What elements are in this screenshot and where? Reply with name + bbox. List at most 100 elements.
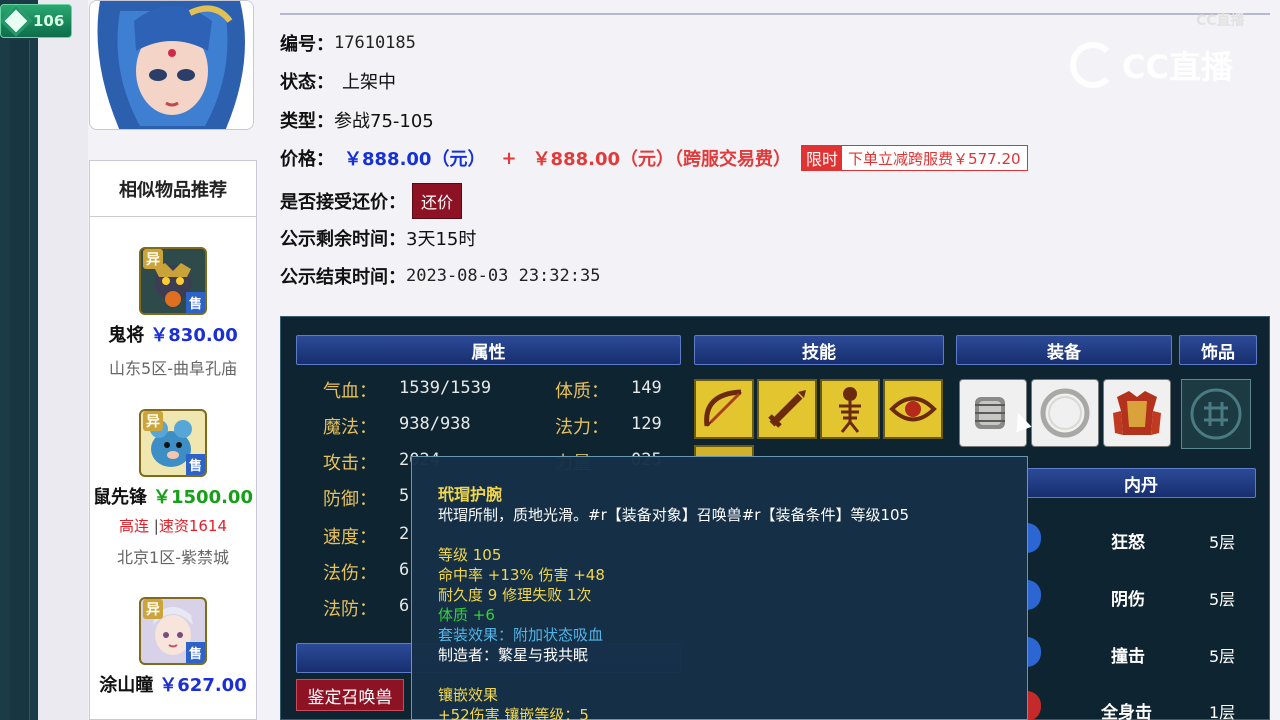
price-main: ￥888.00（元） — [344, 149, 486, 170]
tooltip-level: 等级 105 — [438, 546, 502, 564]
skill-eye-icon[interactable] — [883, 379, 943, 439]
top-divider — [280, 13, 1270, 15]
similar-items-title: 相似物品推荐 — [90, 161, 256, 217]
tooltip-inlay-effect: +52伤害 镶嵌等级：5 — [438, 706, 589, 720]
tushan-tong-icon[interactable]: 异 售 — [139, 597, 207, 665]
status-value: 上架中 — [342, 72, 396, 93]
rat-vanguard-icon[interactable]: 异 售 — [139, 409, 207, 477]
item-tooltip: 玳瑁护腕 玳瑁所制，质地光滑。#r【装备对象】召唤兽#r【装备条件】等级105 … — [411, 456, 1028, 720]
price-plus: + — [501, 147, 517, 169]
info-id-row: 编号： 17610185 — [280, 30, 416, 56]
counter-offer-button[interactable]: 还价 — [412, 183, 463, 219]
info-counter-row: 是否接受还价： 还价 — [280, 183, 463, 219]
attr-label-hp: 气血： — [323, 381, 377, 402]
similar-item-name[interactable]: 涂山瞳 ￥627.00 — [90, 671, 256, 697]
info-remain-row: 公示剩余时间： 3天15时 — [280, 225, 476, 251]
neidan-level: 5层 — [1209, 533, 1236, 552]
similar-item-price: ￥830.00 — [150, 325, 238, 346]
id-label: 编号： — [280, 34, 334, 55]
attr-value-hp: 1539/1539 — [399, 378, 492, 398]
id-value: 17610185 — [334, 33, 416, 53]
attr-value-constitution: 149 — [631, 378, 662, 398]
skill-bow-icon[interactable] — [694, 379, 754, 439]
cc-logo-text: CC直播 — [1122, 48, 1233, 86]
tag-speed: 速资1614 — [158, 517, 228, 535]
tab-attributes[interactable]: 属性 — [296, 335, 681, 365]
similar-item-name[interactable]: 鼠先锋 ￥1500.00 — [90, 483, 256, 509]
attr-label-mp: 魔法： — [323, 417, 377, 438]
cc-logo-icon — [1070, 42, 1116, 88]
similar-item-tags: 高连 |速资1614 — [118, 517, 228, 535]
pet-avatar — [89, 0, 254, 130]
tab-neidan[interactable]: 内丹 — [1026, 468, 1256, 498]
attr-value-magic-dmg: 6 — [399, 560, 410, 580]
neidan-name: 阴伤 — [1111, 590, 1145, 610]
neidan-orb-icon — [1027, 691, 1041, 720]
neidan-orb-icon — [1027, 637, 1041, 667]
neidan-level: 5层 — [1209, 590, 1236, 609]
attr-value-speed: 2 — [399, 524, 410, 544]
info-status-row: 状态： 上架中 — [280, 68, 396, 94]
ornament-slot-icon[interactable] — [1181, 379, 1251, 449]
left-strip — [0, 0, 38, 720]
for-sale-badge: 售 — [185, 292, 205, 313]
tooltip-set-effect: 套装效果：附加状态吸血 — [438, 626, 604, 644]
attr-label-attack: 攻击： — [323, 453, 377, 474]
neidan-orb-icon — [1027, 580, 1041, 610]
pet-portrait-icon — [90, 1, 253, 129]
end-value: 2023-08-03 23:32:35 — [406, 266, 601, 286]
remain-value: 3天15时 — [406, 229, 477, 250]
remain-label: 公示剩余时间： — [280, 229, 406, 250]
tooltip-durability: 耐久度 9 修理失败 1次 — [438, 586, 592, 604]
attr-value-magic: 129 — [631, 414, 662, 434]
attr-value-defense: 5 — [399, 486, 410, 506]
price-label: 价格： — [280, 149, 334, 170]
type-value: 参战75-105 — [334, 111, 434, 132]
for-sale-badge: 售 — [185, 642, 205, 663]
level-badge: 106 — [0, 4, 72, 38]
tooltip-hit-damage: 命中率 +13% 伤害 +48 — [438, 566, 605, 584]
similar-item-name-text: 鬼将 — [108, 325, 145, 346]
similar-item-name[interactable]: 鬼将 ￥830.00 — [90, 321, 256, 347]
similar-item-price: ￥627.00 — [159, 675, 247, 696]
attr-value-magic-def: 6 — [399, 596, 410, 616]
skill-skeleton-icon[interactable] — [820, 379, 880, 439]
similar-item[interactable]: 异 售 鼠先锋 ￥1500.00 高连 |速资1614 北京1区-紫禁城 — [90, 409, 256, 568]
info-type-row: 类型： 参战75-105 — [280, 107, 434, 133]
equip-ring-icon[interactable] — [1031, 379, 1099, 447]
level-badge-text: 106 — [33, 12, 65, 30]
attr-label-constitution: 体质： — [555, 381, 609, 402]
yi-badge: 异 — [143, 411, 163, 431]
info-price-row: 价格： ￥888.00（元） + ￥888.00（元）（跨服交易费） 限时 下单… — [280, 145, 1028, 171]
similar-item[interactable]: 异 售 涂山瞳 ￥627.00 — [90, 597, 256, 697]
end-label: 公示结束时间： — [280, 267, 406, 288]
tag-high-link: 高连 — [118, 517, 149, 535]
similar-item[interactable]: 异 售 鬼将 ￥830.00 山东5区-曲阜孔庙 — [90, 247, 256, 379]
tab-ornament[interactable]: 饰品 — [1179, 335, 1257, 365]
skill-sword-icon[interactable] — [757, 379, 817, 439]
cc-live-watermark-small: CC直播 — [1196, 13, 1245, 29]
similar-items-panel: 相似物品推荐 异 售 鬼将 ￥830.00 山东5区-曲阜孔庙 异 售 鼠先锋 ￥1… — [89, 160, 257, 720]
equip-armor-icon[interactable] — [1103, 379, 1171, 447]
appraise-pet-button[interactable]: 鉴定召唤兽 — [296, 679, 404, 711]
similar-item-server: 山东5区-曲阜孔庙 — [109, 359, 237, 378]
ghost-general-icon[interactable]: 异 售 — [139, 247, 207, 315]
tooltip-maker: 制造者：繁星与我共眠 — [438, 646, 589, 664]
neidan-orb-icon — [1027, 523, 1041, 553]
neidan-level: 5层 — [1209, 647, 1236, 666]
yi-badge: 异 — [143, 249, 163, 269]
attr-label-magic-def: 法防： — [323, 599, 377, 620]
neidan-name: 狂怒 — [1111, 533, 1145, 553]
type-label: 类型： — [280, 111, 334, 132]
cc-live-watermark: CC直播 — [1070, 42, 1233, 88]
tab-equipment[interactable]: 装备 — [956, 335, 1172, 365]
price-fee: ￥888.00（元）（跨服交易费） — [532, 149, 792, 170]
attr-label-magic: 法力： — [555, 417, 609, 438]
attr-label-magic-dmg: 法伤： — [323, 563, 377, 584]
similar-item-name-text: 涂山瞳 — [99, 675, 154, 696]
neidan-name: 撞击 — [1111, 647, 1145, 667]
tab-skills[interactable]: 技能 — [694, 335, 944, 365]
promo-tag: 限时 — [802, 146, 843, 170]
tooltip-bonus: 体质 +6 — [438, 606, 495, 624]
tooltip-desc: 玳瑁所制，质地光滑。#r【装备对象】召唤兽#r【装备条件】等级105 — [438, 506, 910, 524]
